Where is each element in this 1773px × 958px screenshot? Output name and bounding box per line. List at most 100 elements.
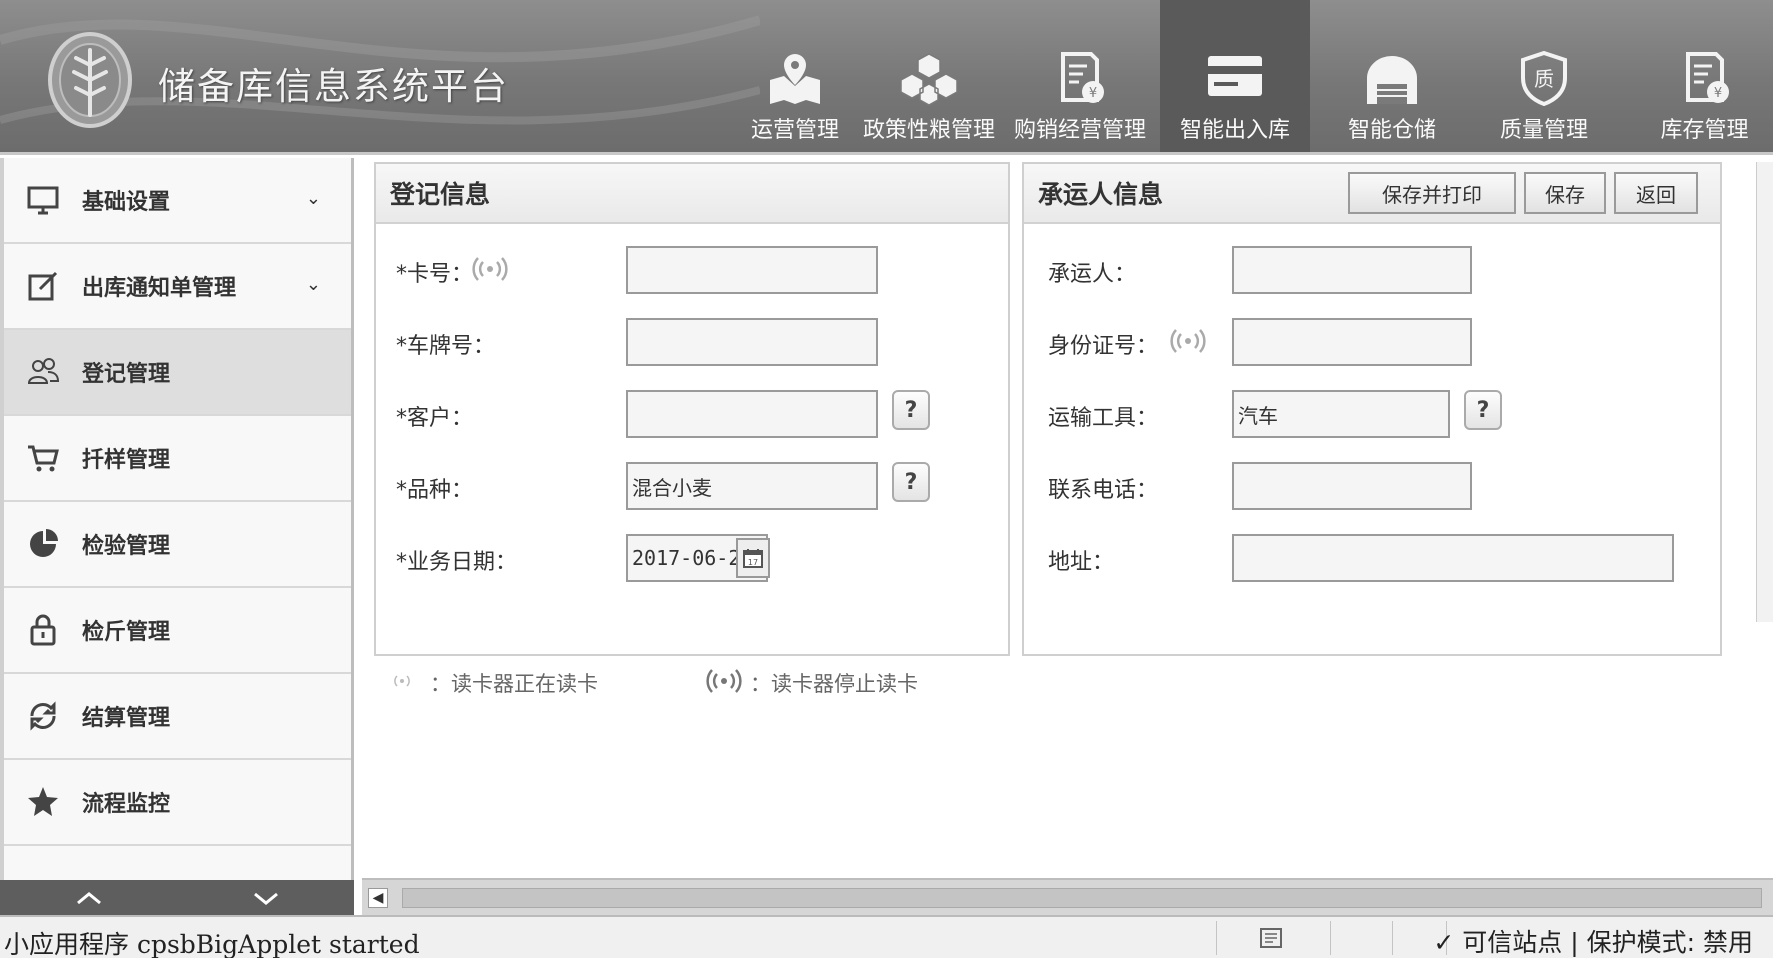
register-panel-header: 登记信息 — [376, 164, 1008, 224]
transport-help-button[interactable]: ? — [1464, 390, 1502, 430]
sidebar: 基础设置 ⌄ 出库通知单管理 ⌄ 登记管理 扦样管理 检验管理 检斤管理 结算管… — [0, 158, 354, 915]
inventory-doc-icon: ¥ — [1685, 52, 1729, 103]
variety-input[interactable] — [626, 462, 878, 510]
nav-item-quality[interactable]: 质 质量管理 — [1476, 0, 1612, 152]
cubes-icon — [900, 53, 958, 106]
page-icon — [1260, 928, 1282, 948]
app-title: 储备库信息系统平台 — [158, 65, 509, 108]
svg-text:¥: ¥ — [1713, 86, 1721, 101]
calendar-icon: 17 — [743, 549, 763, 568]
sidebar-scroll-controls — [0, 880, 354, 915]
card-icon — [1208, 56, 1262, 96]
legend-reading: ：读卡器正在读卡 — [430, 672, 598, 696]
sidebar-item-label: 基础设置 — [82, 190, 171, 215]
nav-item-smart-inout[interactable]: 智能出入库 — [1160, 0, 1310, 152]
chevron-down-icon: ⌄ — [305, 274, 321, 295]
id-number-input[interactable] — [1232, 318, 1472, 366]
status-message: 小应用程序 cpsbBigApplet started — [4, 930, 420, 958]
sidebar-item-label: 结算管理 — [82, 706, 171, 731]
sidebar-item-registration[interactable]: 登记管理 — [4, 330, 351, 416]
nav-label: 智能仓储 — [1347, 118, 1436, 143]
panel-title: 登记信息 — [390, 180, 491, 209]
save-print-button[interactable]: 保存并打印 — [1348, 172, 1516, 214]
carrier-panel: 承运人信息 保存并打印 保存 返回 承运人： 身份证号： 运输工具： ? 联系电… — [1022, 162, 1722, 656]
nav-label: 质量管理 — [1499, 118, 1588, 143]
svg-text:¥: ¥ — [1089, 86, 1097, 101]
status-bar: 小应用程序 cpsbBigApplet started ✓ 可信站点 | 保护模… — [0, 915, 1773, 958]
rfid-reading-icon — [472, 257, 508, 281]
quality-shield-icon: 质 — [1521, 50, 1567, 106]
nav-item-inventory[interactable]: ¥ 库存管理 — [1636, 0, 1773, 152]
status-separator — [1392, 921, 1393, 955]
variety-help-button[interactable]: ? — [892, 462, 930, 502]
address-input[interactable] — [1232, 534, 1674, 582]
customer-help-button[interactable]: ? — [892, 390, 930, 430]
status-separator — [1330, 921, 1331, 955]
sidebar-item-label: 流程监控 — [82, 792, 171, 817]
card-number-input[interactable] — [626, 246, 878, 294]
nav-label: 政策性粮管理 — [862, 118, 995, 143]
carrier-input[interactable] — [1232, 246, 1472, 294]
users-icon — [27, 358, 60, 384]
scroll-left-icon[interactable]: ◀ — [368, 888, 388, 908]
sidebar-item-label: 登记管理 — [82, 362, 171, 387]
nav-label: 购销经营管理 — [1013, 118, 1146, 143]
map-pin-icon — [770, 54, 820, 104]
sidebar-item-label: 检斤管理 — [82, 620, 171, 645]
phone-input[interactable] — [1232, 462, 1472, 510]
register-panel: 登记信息 *卡号： *车牌号： *客户： ? *品种： ? *业务日期： 17 — [374, 162, 1010, 656]
edit-icon — [28, 271, 58, 301]
security-zone: ✓ 可信站点 | 保护模式: 禁用 — [1433, 928, 1753, 957]
plate-number-input[interactable] — [626, 318, 878, 366]
chevron-up-icon[interactable] — [74, 890, 104, 906]
rfid-small-icon — [394, 675, 410, 687]
panel-title: 承运人信息 — [1038, 180, 1164, 209]
svg-text:质: 质 — [1534, 67, 1554, 91]
sidebar-item-settlement[interactable]: 结算管理 — [4, 674, 351, 760]
monitor-icon — [27, 186, 59, 215]
warehouse-icon — [1367, 56, 1417, 104]
refresh-icon — [30, 701, 56, 731]
lock-icon — [30, 614, 56, 646]
customer-label: *客户： — [396, 406, 474, 431]
sidebar-item-process-monitor[interactable]: 流程监控 — [4, 760, 351, 846]
nav-item-smart-storage[interactable]: 智能仓储 — [1318, 0, 1466, 152]
sidebar-item-label: 出库通知单管理 — [82, 276, 237, 301]
sidebar-item-outbound-notice[interactable]: 出库通知单管理 ⌄ — [4, 244, 351, 330]
transport-input[interactable] — [1232, 390, 1450, 438]
rfid-reading-icon — [1170, 329, 1206, 353]
sidebar-item-inspection[interactable]: 检验管理 — [4, 502, 351, 588]
vertical-scrollbar[interactable] — [1756, 162, 1773, 622]
save-button[interactable]: 保存 — [1524, 172, 1606, 214]
cart-icon — [28, 445, 59, 472]
carrier-label: 承运人： — [1048, 262, 1137, 287]
star-icon — [28, 787, 58, 816]
status-separator — [1216, 921, 1217, 955]
scroll-thumb[interactable] — [402, 888, 1762, 908]
chevron-down-icon: ⌄ — [305, 188, 321, 209]
customer-input[interactable] — [626, 390, 878, 438]
business-date-label: *业务日期： — [396, 550, 518, 575]
pie-chart-icon — [30, 529, 58, 557]
rfid-stopped-icon — [706, 669, 742, 693]
sidebar-item-label: 检验管理 — [82, 534, 171, 559]
phone-label: 联系电话： — [1048, 478, 1159, 503]
legend-stopped: ：读卡器停止读卡 — [750, 672, 918, 696]
sidebar-item-weighing[interactable]: 检斤管理 — [4, 588, 351, 674]
nav-item-purchase-sales[interactable]: ¥ 购销经营管理 — [1006, 0, 1154, 152]
sidebar-item-sampling[interactable]: 扦样管理 — [4, 416, 351, 502]
calendar-button[interactable]: 17 — [736, 538, 770, 578]
nav-item-policy-grain[interactable]: 政策性粮管理 — [862, 0, 996, 152]
chevron-down-icon[interactable] — [251, 890, 281, 906]
transport-label: 运输工具： — [1048, 406, 1159, 431]
nav-label: 库存管理 — [1660, 118, 1749, 143]
plate-number-label: *车牌号： — [396, 334, 496, 359]
logo-icon — [48, 32, 132, 128]
nav-item-operations[interactable]: 运营管理 — [728, 0, 862, 152]
sidebar-item-basic-settings[interactable]: 基础设置 ⌄ — [4, 158, 351, 244]
back-button[interactable]: 返回 — [1614, 172, 1698, 214]
variety-label: *品种： — [396, 478, 474, 503]
card-number-label: *卡号： — [396, 262, 474, 287]
id-number-label: 身份证号： — [1048, 334, 1159, 359]
horizontal-scrollbar[interactable]: ◀ — [362, 878, 1773, 915]
